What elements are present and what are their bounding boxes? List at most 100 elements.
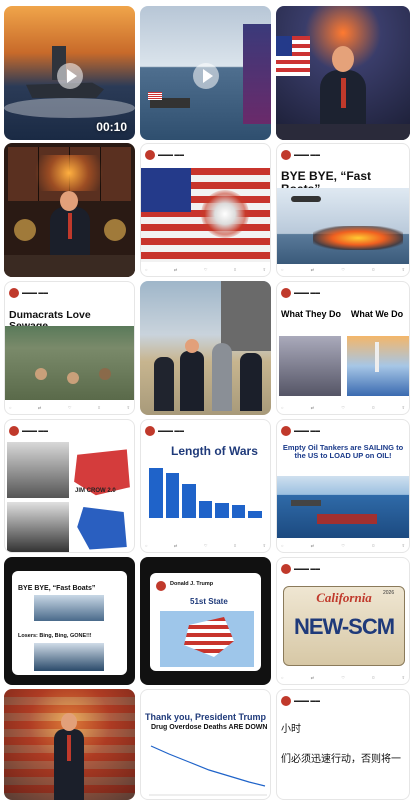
media-tile-length-of-wars[interactable]: ▬▬▬ ▬▬ Length of Wars ◌ ⇄ ♡ ⌑ ⇪ [140, 419, 271, 553]
person-head [332, 46, 354, 72]
inner-image-top [34, 595, 104, 621]
reply-icon[interactable]: ◌ [281, 543, 283, 548]
media-tile-war-room[interactable] [4, 143, 135, 277]
media-tile-fast-boats-post[interactable]: BYE BYE, “Fast Boats” Losers: Bing, Bing… [4, 557, 135, 685]
map-title: 51st State [190, 597, 228, 606]
explosion [313, 226, 403, 250]
like-icon[interactable]: ♡ [68, 405, 72, 410]
inner-image-bottom [34, 643, 104, 671]
media-tile-chinese-text[interactable]: ▬▬▬ ▬▬ 小时 们必须迅速行动，否则将一 [276, 689, 410, 800]
person-head [61, 713, 77, 731]
post-actions[interactable]: ◌ ⇄ ♡ ⌑ ⇪ [281, 403, 405, 411]
author-name: ▬▬▬ ▬▬ [294, 152, 321, 158]
like-icon[interactable]: ♡ [204, 543, 208, 548]
post-header: ▬▬▬ ▬▬ [9, 286, 130, 300]
media-tile-sewage[interactable]: ▬▬▬ ▬▬ Dumacrats Love Sewage ◌ ⇄ ♡ ⌑ ⇪ [4, 281, 135, 415]
author-name: ▬▬▬ ▬▬ [22, 290, 49, 296]
person-suit [240, 353, 262, 411]
blast-icon [201, 190, 249, 238]
bookmark-icon[interactable]: ⌑ [372, 675, 374, 680]
repost-icon[interactable]: ⇄ [174, 267, 177, 272]
inner-title: BYE BYE, “Fast Boats” [18, 585, 96, 592]
media-tile-51st-state[interactable]: Donald J. Trump 51st State [140, 557, 271, 685]
share-icon[interactable]: ⇪ [402, 405, 405, 410]
media-tile-warship-video[interactable]: 00:10 [4, 6, 135, 140]
bookmark-icon[interactable]: ⌑ [372, 267, 374, 272]
play-icon[interactable] [193, 63, 219, 89]
post-actions[interactable]: ◌ ⇄ ♡ ⌑ ⇪ [281, 265, 405, 273]
red-tie [341, 78, 346, 108]
chart-bar [182, 484, 196, 518]
repost-icon[interactable]: ⇄ [311, 267, 314, 272]
text-line-2: 们必须迅速行动，否则将一 [281, 754, 401, 765]
post-header: ▬▬▬ ▬▬ [281, 148, 405, 162]
media-tile-ship-video[interactable] [140, 6, 271, 140]
repost-icon[interactable]: ⇄ [311, 543, 314, 548]
reply-icon[interactable]: ◌ [281, 675, 283, 680]
like-icon[interactable]: ♡ [341, 267, 345, 272]
swimmer [99, 368, 111, 380]
repost-icon[interactable]: ⇄ [311, 405, 314, 410]
repost-icon[interactable]: ⇄ [311, 675, 314, 680]
post-actions[interactable]: ◌ ⇄ ♡ ⌑ ⇪ [9, 403, 130, 411]
post-header: ▬▬▬ ▬▬ [9, 424, 130, 438]
person-suit [154, 357, 174, 411]
media-tile-what-they-do[interactable]: ▬▬▬ ▬▬ What They Do What We Do ◌ ⇄ ♡ ⌑ ⇪ [276, 281, 410, 415]
bookmark-icon[interactable]: ⌑ [234, 267, 236, 272]
bookmark-icon[interactable]: ⌑ [372, 543, 374, 548]
post-actions[interactable]: ◌ ⇄ ♡ ⌑ ⇪ [145, 541, 266, 549]
like-icon[interactable]: ♡ [341, 675, 345, 680]
video-duration: 00:10 [96, 120, 127, 134]
side-panel [243, 24, 271, 124]
media-tile-fast-boats[interactable]: ▬▬▬ ▬▬ BYE BYE, “Fast Boats” ◌ ⇄ ♡ ⌑ ⇪ [276, 143, 410, 277]
share-icon[interactable]: ⇪ [263, 543, 266, 548]
like-icon[interactable]: ♡ [341, 405, 345, 410]
bar-chart [149, 468, 263, 518]
tanker-ship [291, 500, 321, 506]
reply-icon[interactable]: ◌ [145, 267, 147, 272]
media-tile-overdose-chart[interactable]: Thank you, President Trump Drug Overdose… [140, 689, 271, 800]
media-tile-license-plate[interactable]: ▬▬▬ ▬▬ California 2026 NEW-SCM ◌ ⇄ ♡ ⌑ ⇪ [276, 557, 410, 685]
post-actions[interactable]: ◌ ⇄ ♡ ⌑ ⇪ [281, 541, 405, 549]
reply-icon[interactable]: ◌ [281, 405, 283, 410]
like-icon[interactable]: ♡ [341, 543, 345, 548]
inner-caption: Losers: Bing, Bing, GONE!!! [18, 633, 92, 639]
share-icon[interactable]: ⇪ [402, 543, 405, 548]
person-head [60, 191, 78, 211]
media-tile-oil-tankers[interactable]: ▬▬▬ ▬▬ Empty Oil Tankers are SAILING to … [276, 419, 410, 553]
repost-icon[interactable]: ⇄ [174, 543, 177, 548]
like-icon[interactable]: ♡ [204, 267, 208, 272]
author-avatar [156, 581, 166, 591]
reply-icon[interactable]: ◌ [9, 405, 11, 410]
media-tile-jim-crow[interactable]: ▬▬▬ ▬▬ JIM CROW 2.0 [4, 419, 135, 553]
swimmer [67, 372, 79, 384]
building [221, 281, 271, 351]
share-icon[interactable]: ⇪ [263, 267, 266, 272]
media-tile-eagle-flag[interactable] [4, 689, 135, 800]
post-actions[interactable]: ◌ ⇄ ♡ ⌑ ⇪ [145, 265, 266, 273]
post-actions[interactable]: ◌ ⇄ ♡ ⌑ ⇪ [281, 673, 405, 681]
avatar [145, 150, 155, 160]
share-icon[interactable]: ⇪ [402, 267, 405, 272]
repost-icon[interactable]: ⇄ [38, 405, 41, 410]
reply-icon[interactable]: ◌ [281, 267, 283, 272]
sea-image [277, 476, 409, 538]
media-tile-trump-command[interactable] [276, 6, 410, 140]
red-tie [68, 213, 72, 239]
bookmark-icon[interactable]: ⌑ [234, 543, 236, 548]
play-icon[interactable] [57, 63, 83, 89]
chart-bar [165, 473, 180, 518]
photo-top-left [7, 442, 69, 498]
chart-bar [149, 468, 163, 518]
share-icon[interactable]: ⇪ [402, 675, 405, 680]
desk [276, 124, 410, 140]
bookmark-icon[interactable]: ⌑ [98, 405, 100, 410]
media-tile-alien-walk[interactable] [140, 281, 271, 415]
avatar [281, 150, 291, 160]
photo-bottom-left [7, 502, 69, 552]
post-header: ▬▬▬ ▬▬ [281, 286, 405, 300]
share-icon[interactable]: ⇪ [127, 405, 130, 410]
reply-icon[interactable]: ◌ [145, 543, 147, 548]
media-tile-flag-explosion[interactable]: ▬▬▬ ▬▬ ◌ ⇄ ♡ ⌑ ⇪ [140, 143, 271, 277]
bookmark-icon[interactable]: ⌑ [372, 405, 374, 410]
